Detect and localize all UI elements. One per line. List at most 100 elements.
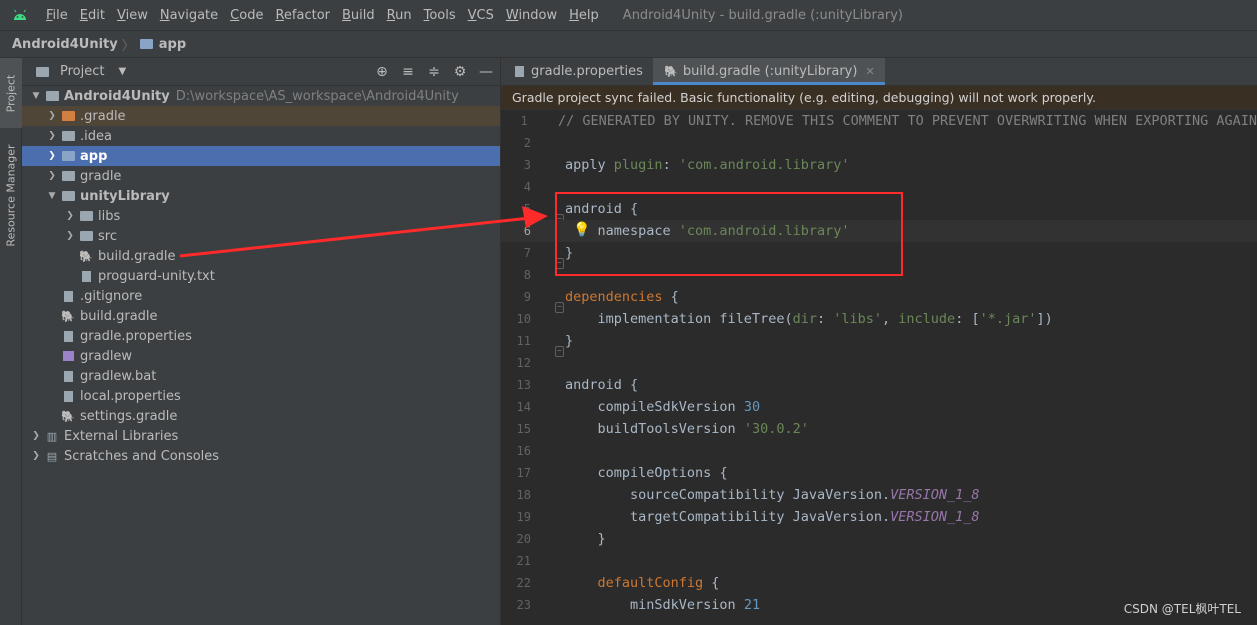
code-line: 19 targetCompatibility JavaVersion. VERSI… xyxy=(516,509,980,525)
tree-item-local-properties[interactable]: local.properties xyxy=(22,386,500,406)
left-tool-strip: Project Resource Manager xyxy=(0,58,22,625)
gradle-elephant-icon: 🐘 xyxy=(61,409,75,423)
menu-file[interactable]: File xyxy=(40,8,74,23)
properties-file-icon xyxy=(60,329,76,343)
module-folder-icon xyxy=(139,37,155,51)
tree-item-unitylibrary[interactable]: ▼ unityLibrary xyxy=(22,186,500,206)
code-line: 15 buildToolsVersion '30.0.2' xyxy=(516,421,809,437)
folder-icon xyxy=(60,129,76,143)
tree-item-gitignore[interactable]: .gitignore xyxy=(22,286,500,306)
menu-window[interactable]: Window xyxy=(500,8,563,23)
code-area[interactable]: 1// GENERATED BY UNITY. REMOVE THIS COMM… xyxy=(501,110,1257,616)
tab-project-tool-window[interactable]: Project xyxy=(0,58,22,128)
chevron-right-icon[interactable]: ❯ xyxy=(44,171,60,181)
tree-item-build-gradle-unitylibrary[interactable]: 🐘 build.gradle xyxy=(22,246,500,266)
tree-item-gradle-properties[interactable]: gradle.properties xyxy=(22,326,500,346)
view-selector-chevron-down-icon[interactable]: ▼ xyxy=(118,66,126,77)
tab-resource-manager[interactable]: Resource Manager xyxy=(0,140,22,250)
tree-item-build-gradle-root[interactable]: 🐘 build.gradle xyxy=(22,306,500,326)
folder-icon xyxy=(60,169,76,183)
breadcrumb-separator-icon: 〉 xyxy=(121,38,135,54)
code-line: 20 } xyxy=(516,531,606,547)
tree-item-external-libraries[interactable]: ❯ ▥ External Libraries xyxy=(22,426,500,446)
chevron-right-icon[interactable]: ❯ xyxy=(28,431,44,441)
tree-item-proguard[interactable]: proguard-unity.txt xyxy=(22,266,500,286)
menu-navigate[interactable]: Navigate xyxy=(154,8,224,23)
chevron-down-icon[interactable]: ▼ xyxy=(28,91,44,101)
tree-item-gradlew[interactable]: gradlew xyxy=(22,346,500,366)
tree-item-settings-gradle[interactable]: 🐘 settings.gradle xyxy=(22,406,500,426)
tree-item-android4unity[interactable]: ▼ Android4Unity D:\workspace\AS_workspac… xyxy=(22,86,500,106)
chevron-right-icon[interactable]: ❯ xyxy=(44,111,60,121)
code-line: 13 android { xyxy=(516,377,639,393)
tree-item-src[interactable]: ❯ src xyxy=(22,226,500,246)
code-line: 11−} xyxy=(516,333,574,357)
folder-icon xyxy=(78,229,94,243)
breadcrumb: Android4Unity 〉 app xyxy=(0,30,1257,58)
hide-panel-icon[interactable]: — xyxy=(478,64,494,80)
tree-item-gradle[interactable]: ❯ gradle xyxy=(22,166,500,186)
menu-run[interactable]: Run xyxy=(381,8,418,23)
project-view-icon xyxy=(34,65,50,79)
project-panel-toolbar: ⊕ ≡ ≑ ⚙ — xyxy=(374,58,494,86)
menu-vcs[interactable]: VCS xyxy=(462,8,500,23)
chevron-right-icon[interactable]: ❯ xyxy=(62,211,78,221)
gear-icon[interactable]: ⚙ xyxy=(452,64,468,80)
android-studio-logo-icon xyxy=(0,9,40,21)
menu-help[interactable]: Help xyxy=(563,8,605,23)
library-icon: ▥ xyxy=(46,429,58,443)
menu-build[interactable]: Build xyxy=(336,8,381,23)
tab-gradle-properties[interactable]: gradle.properties xyxy=(501,58,653,85)
tree-item-app[interactable]: ❯ app xyxy=(22,146,500,166)
menu-refactor[interactable]: Refactor xyxy=(269,8,336,23)
project-panel-title: Project xyxy=(60,64,105,79)
menu-view[interactable]: View xyxy=(111,8,154,23)
chevron-right-icon[interactable]: ❯ xyxy=(44,131,60,141)
breadcrumb-project[interactable]: Android4Unity xyxy=(12,37,118,52)
code-line: 16 xyxy=(516,444,531,458)
module-folder-icon xyxy=(60,149,76,163)
tree-item-libs[interactable]: ❯ libs xyxy=(22,206,500,226)
menu-bar: File Edit View Navigate Code Refactor Bu… xyxy=(0,0,1257,30)
breadcrumb-module[interactable]: app xyxy=(159,37,186,52)
code-line: 21 xyxy=(516,554,531,568)
tab-build-gradle-unitylibrary[interactable]: 🐘 build.gradle (:unityLibrary) ✕ xyxy=(652,58,885,85)
expand-all-icon[interactable]: ≡ xyxy=(400,64,416,80)
scratches-icon: ▤ xyxy=(46,449,58,463)
tree-item-gradlew-bat[interactable]: gradlew.bat xyxy=(22,366,500,386)
properties-file-icon xyxy=(511,65,527,79)
tree-item-scratches[interactable]: ❯ ▤ Scratches and Consoles xyxy=(22,446,500,466)
gradle-elephant-icon: 🐘 xyxy=(61,309,75,323)
text-file-icon xyxy=(60,369,76,383)
menu-code[interactable]: Code xyxy=(224,8,269,23)
text-file-icon xyxy=(78,269,94,283)
menu-edit[interactable]: Edit xyxy=(74,8,111,23)
locate-file-icon[interactable]: ⊕ xyxy=(374,64,390,80)
code-editor: gradle.properties 🐘 build.gradle (:unity… xyxy=(501,58,1257,625)
folder-icon xyxy=(78,209,94,223)
tree-item-idea[interactable]: ❯ .idea xyxy=(22,126,500,146)
project-panel-header: Project ▼ ⊕ ≡ ≑ ⚙ — xyxy=(22,58,500,86)
gradle-elephant-icon: 🐘 xyxy=(79,249,93,263)
code-line: 3 apply plugin: 'com.android.library' xyxy=(523,157,850,173)
project-tree: ▼ Android4Unity D:\workspace\AS_workspac… xyxy=(22,86,500,466)
code-line: 10 implementation fileTree(dir: 'libs', … xyxy=(516,311,1053,327)
code-line: 9− dependencies { xyxy=(523,289,679,313)
close-tab-icon[interactable]: ✕ xyxy=(865,65,874,78)
project-path: D:\workspace\AS_workspace\Android4Unity xyxy=(175,88,459,104)
gitignore-file-icon xyxy=(60,289,76,303)
editor-tab-bar: gradle.properties 🐘 build.gradle (:unity… xyxy=(501,58,1257,86)
chevron-down-icon[interactable]: ▼ xyxy=(44,191,60,201)
chevron-right-icon[interactable]: ❯ xyxy=(28,451,44,461)
properties-file-icon xyxy=(60,389,76,403)
code-line: 17 compileOptions { xyxy=(516,465,728,481)
code-line: 12 xyxy=(516,356,531,370)
collapse-all-icon[interactable]: ≑ xyxy=(426,64,442,80)
menu-tools[interactable]: Tools xyxy=(418,8,462,23)
tree-item-gradle-dir[interactable]: ❯ .gradle xyxy=(22,106,500,126)
chevron-right-icon[interactable]: ❯ xyxy=(44,151,60,161)
chevron-right-icon[interactable]: ❯ xyxy=(62,231,78,241)
code-line: 1// GENERATED BY UNITY. REMOVE THIS COMM… xyxy=(520,113,1257,129)
window-title: Android4Unity - build.gradle (:unityLibr… xyxy=(622,7,903,23)
sync-failed-banner: Gradle project sync failed. Basic functi… xyxy=(501,86,1257,110)
